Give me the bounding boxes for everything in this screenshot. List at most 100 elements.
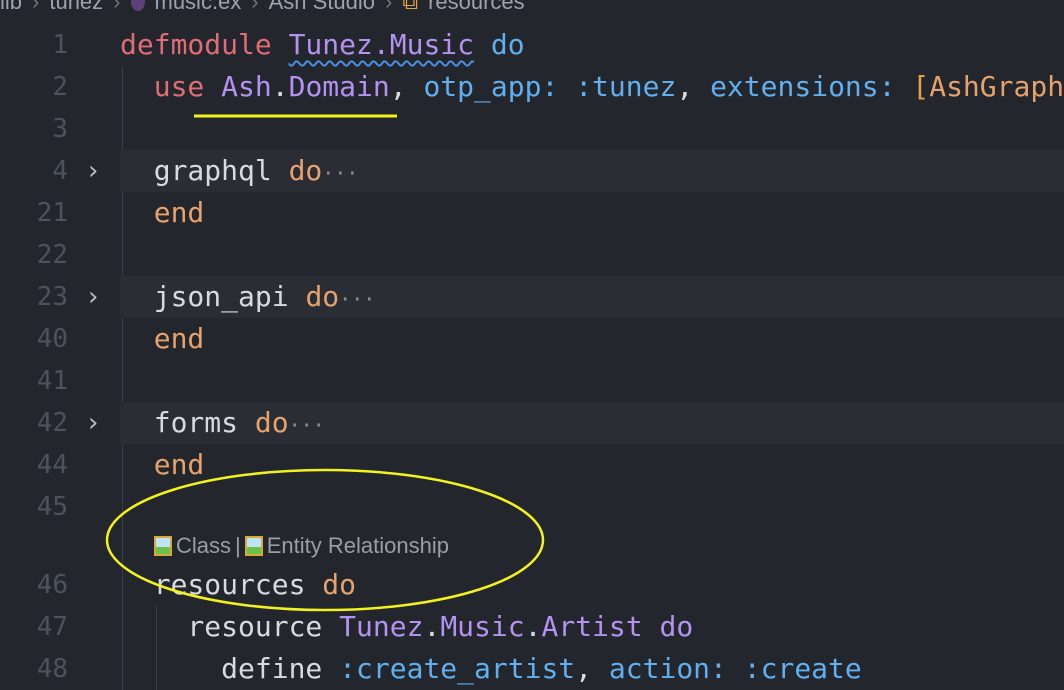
chevron-right-icon[interactable]: › [88, 402, 108, 444]
code-token: resources [120, 568, 323, 601]
code-token: end [153, 322, 205, 355]
line-code: define :create_artist, action: :create [120, 648, 1064, 690]
code-line[interactable]: 2 use Ash.Domain, otp_app: :tunez, exten… [0, 66, 1064, 108]
indent-guide [122, 528, 123, 564]
chevron-right-icon[interactable]: › [88, 150, 108, 192]
code-token: Music [440, 610, 525, 643]
code-token: extensions: [710, 70, 913, 103]
line-number: 21 [36, 198, 68, 228]
line-code: resources do [120, 564, 1064, 606]
breadcrumb-item[interactable]: tunez [49, 0, 103, 15]
line-number: 46 [36, 570, 68, 600]
line-number: 2 [52, 72, 68, 102]
class-diagram-link[interactable]: Class [176, 528, 231, 564]
code-line[interactable]: 21 end [0, 192, 1064, 234]
code-line[interactable]: 48 define :create_artist, action: :creat… [0, 648, 1064, 690]
line-code: forms do··· [120, 402, 1064, 444]
code-token: do [254, 406, 289, 439]
line-code: json_api do··· [120, 276, 1064, 318]
code-token: json_api [120, 280, 306, 313]
chevron-right-icon: › [385, 0, 393, 14]
code-token: use [153, 70, 222, 103]
code-token: defmodule [120, 28, 289, 61]
code-token: :create [743, 652, 862, 685]
code-token: action: [608, 652, 744, 685]
code-line[interactable]: 1 defmodule Tunez.Music do [0, 24, 1064, 66]
code-line[interactable]: 46 resources do [0, 564, 1064, 606]
code-editor[interactable]: 1 defmodule Tunez.Music do 2 use Ash.Domai… [0, 24, 1064, 690]
code-token: resource [120, 610, 340, 643]
code-token: graphql [120, 154, 289, 187]
line-code: defmodule Tunez.Music do [120, 24, 1064, 66]
line-code [120, 234, 1064, 276]
code-token: do [305, 280, 340, 313]
folded-ellipsis-icon[interactable]: ··· [322, 161, 358, 185]
code-token: Artist [541, 610, 643, 643]
code-line[interactable]: 41 [0, 360, 1064, 402]
code-token: Ash [221, 70, 272, 103]
line-code: use Ash.Domain, otp_app: :tunez, extensi… [120, 66, 1064, 108]
er-diagram-link[interactable]: Entity Relationship [267, 528, 449, 564]
line-number: 42 [36, 408, 68, 438]
code-line[interactable]: 3 [0, 108, 1064, 150]
breadcrumb-item[interactable]: music.ex [155, 0, 242, 15]
line-number: 47 [36, 612, 68, 642]
elixir-file-icon [130, 0, 145, 11]
line-code: end [120, 192, 1064, 234]
line-number: 3 [52, 114, 68, 144]
chevron-right-icon: › [113, 0, 121, 14]
code-token: Domain [288, 70, 390, 103]
code-token: [ [912, 70, 930, 103]
chevron-right-icon: › [32, 0, 40, 14]
breadcrumb-item[interactable]: lib [0, 0, 22, 15]
code-token: . [271, 70, 289, 103]
code-token: end [153, 196, 205, 229]
line-number: 22 [36, 240, 68, 270]
code-token: end [153, 448, 205, 481]
code-token: otp_app: [423, 70, 576, 103]
code-token: do [642, 610, 694, 643]
code-token: do [322, 568, 357, 601]
code-token: , [676, 70, 711, 103]
line-number: 4 [52, 156, 68, 186]
code-line[interactable]: 44 end [0, 444, 1064, 486]
line-number: 41 [36, 366, 68, 396]
chevron-right-icon[interactable]: › [88, 276, 108, 318]
folded-ellipsis-icon[interactable]: ··· [289, 413, 325, 437]
code-token: define [120, 652, 340, 685]
code-token: AshGraphql [929, 70, 1064, 103]
code-token: , [389, 70, 424, 103]
breadcrumb: lib › tunez › music.ex › Ash Studio › ⧉ reso… [0, 0, 525, 16]
code-line[interactable]: 45 [0, 486, 1064, 528]
line-code [120, 486, 1064, 528]
code-line[interactable]: 42 › forms do··· [0, 402, 1064, 444]
line-code [120, 108, 1064, 150]
code-line[interactable]: 47 resource Tunez.Music.Artist do [0, 606, 1064, 648]
breadcrumb-item[interactable]: Ash Studio [269, 0, 375, 15]
code-line[interactable]: 22 [0, 234, 1064, 276]
code-line[interactable]: 4 › graphql do··· [0, 150, 1064, 192]
code-line[interactable]: 23 › json_api do··· [0, 276, 1064, 318]
line-number: 48 [36, 654, 68, 684]
line-code [120, 360, 1064, 402]
picture-icon [244, 536, 263, 556]
chevron-right-icon: › [251, 0, 259, 14]
line-number: 23 [36, 282, 68, 312]
folded-ellipsis-icon[interactable]: ··· [339, 287, 375, 311]
code-token: , [575, 652, 609, 685]
code-lens: Class | Entity Relationship [0, 528, 1064, 564]
code-token: . [423, 610, 441, 643]
code-token: :create_artist [339, 652, 576, 685]
code-token: . [524, 610, 542, 643]
breadcrumb-item[interactable]: resources [428, 0, 525, 15]
code-token: Tunez [339, 610, 424, 643]
line-code: end [120, 318, 1064, 360]
line-number: 45 [36, 492, 68, 522]
line-number: 1 [52, 30, 68, 60]
code-line[interactable]: 40 end [0, 318, 1064, 360]
symbol-icon: ⧉ [402, 0, 419, 14]
